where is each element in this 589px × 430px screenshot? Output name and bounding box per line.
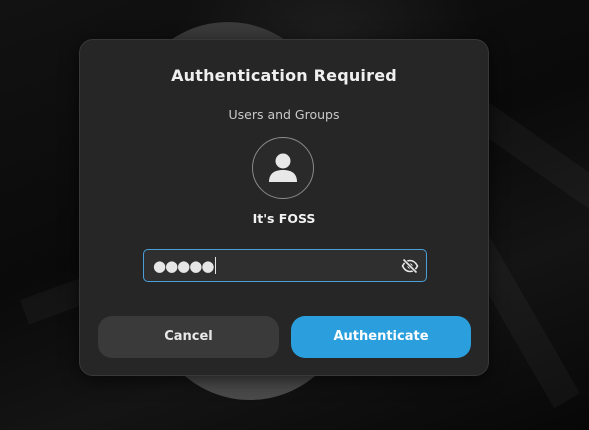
user-avatar — [252, 137, 314, 199]
dialog-title: Authentication Required — [171, 66, 397, 85]
dialog-subtitle: Users and Groups — [228, 107, 340, 122]
text-caret — [215, 257, 217, 274]
authenticate-button[interactable]: Authenticate — [291, 316, 471, 358]
cancel-button[interactable]: Cancel — [98, 316, 279, 358]
password-field[interactable]: ●●●●● — [143, 249, 427, 282]
authentication-dialog: Authentication Required Users and Groups… — [79, 39, 489, 376]
password-dots: ●●●●● — [153, 257, 214, 275]
user-avatar-icon — [269, 153, 297, 182]
eye-slash-icon[interactable] — [401, 257, 419, 275]
password-value[interactable]: ●●●●● — [153, 257, 217, 275]
user-name: It's FOSS — [252, 211, 316, 226]
